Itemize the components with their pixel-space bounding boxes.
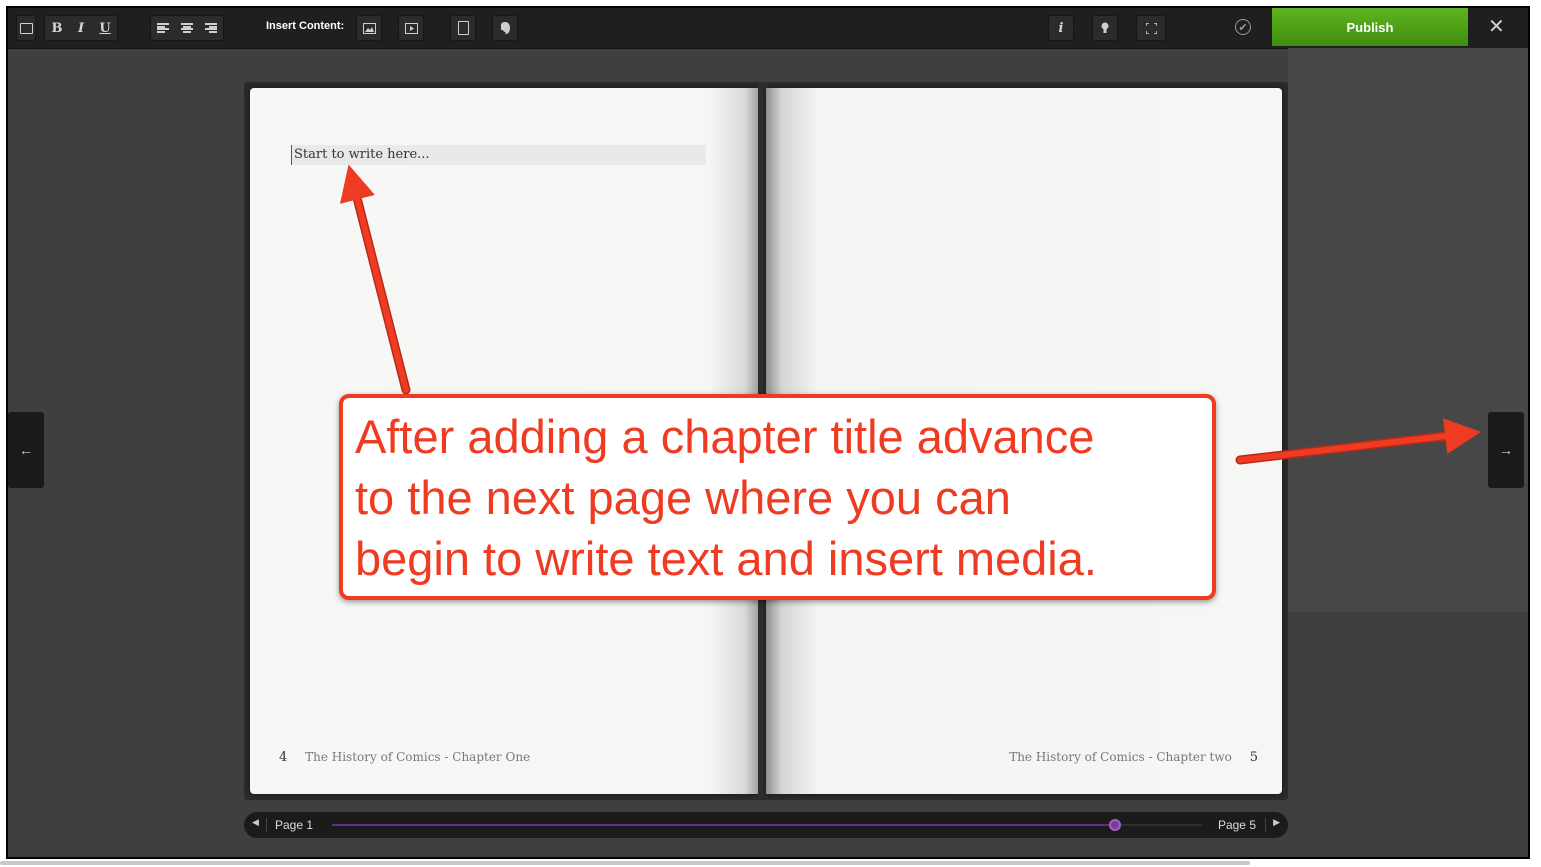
publish-button[interactable]: Publish xyxy=(1272,8,1468,46)
collapse-icon[interactable] xyxy=(16,15,36,41)
close-icon[interactable]: ✕ xyxy=(1488,14,1505,39)
right-page-number: 5 xyxy=(1249,750,1258,765)
editor-toolbar: B I U Insert Content: i ✔ Publish ✕ xyxy=(8,8,1528,49)
align-right-icon[interactable] xyxy=(199,16,223,40)
slider-start-label: Page 1 xyxy=(275,818,314,832)
slider-end-label: Page 5 xyxy=(1217,818,1256,832)
right-page-folio: The History of Comics - Chapter two 5 xyxy=(1009,750,1258,765)
fullscreen-icon[interactable] xyxy=(1136,15,1166,41)
italic-button[interactable]: I xyxy=(69,16,93,40)
callout-line: After adding a chapter title advance xyxy=(355,410,1095,463)
callout-line: begin to write text and insert media. xyxy=(355,532,1097,585)
underline-button[interactable]: U xyxy=(93,16,117,40)
slider-track-fill xyxy=(332,824,1115,826)
slider-left-arrow-icon[interactable]: ◀ xyxy=(252,817,259,828)
annotation-callout: After adding a chapter title advance to … xyxy=(339,394,1216,600)
horizontal-scrollbar[interactable] xyxy=(0,861,1250,865)
slider-track[interactable] xyxy=(332,819,1202,831)
align-left-icon[interactable] xyxy=(151,16,175,40)
video-icon[interactable] xyxy=(398,15,424,41)
page-slider[interactable]: ◀ Page 1 Page 5 ▶ xyxy=(244,812,1288,838)
callout-line: to the next page where you can xyxy=(355,471,1011,524)
left-page-footer: The History of Comics - Chapter One xyxy=(305,750,531,764)
left-page-folio: 4 The History of Comics - Chapter One xyxy=(279,750,530,765)
left-page-number: 4 xyxy=(279,750,288,765)
prev-page-button[interactable]: ← xyxy=(8,412,44,488)
format-group: B I U xyxy=(44,15,118,41)
image-icon[interactable] xyxy=(356,15,382,41)
align-center-icon[interactable] xyxy=(175,16,199,40)
write-text-field[interactable]: Start to write here... xyxy=(291,145,706,165)
right-page-footer: The History of Comics - Chapter two xyxy=(1009,750,1232,764)
check-circle-icon[interactable]: ✔ xyxy=(1235,19,1251,35)
info-icon[interactable]: i xyxy=(1048,15,1074,41)
align-group xyxy=(150,15,224,41)
evernote-icon[interactable] xyxy=(492,15,518,41)
slider-separator xyxy=(1265,818,1266,832)
background-panel xyxy=(1288,48,1528,612)
lightbulb-icon[interactable] xyxy=(1092,15,1118,41)
slider-separator xyxy=(266,818,267,832)
insert-content-label: Insert Content: xyxy=(266,20,345,32)
document-icon[interactable] xyxy=(450,15,476,41)
slider-knob[interactable] xyxy=(1109,819,1121,831)
next-page-button[interactable]: → xyxy=(1488,412,1524,488)
slider-right-arrow-icon[interactable]: ▶ xyxy=(1273,817,1280,828)
bold-button[interactable]: B xyxy=(45,16,69,40)
